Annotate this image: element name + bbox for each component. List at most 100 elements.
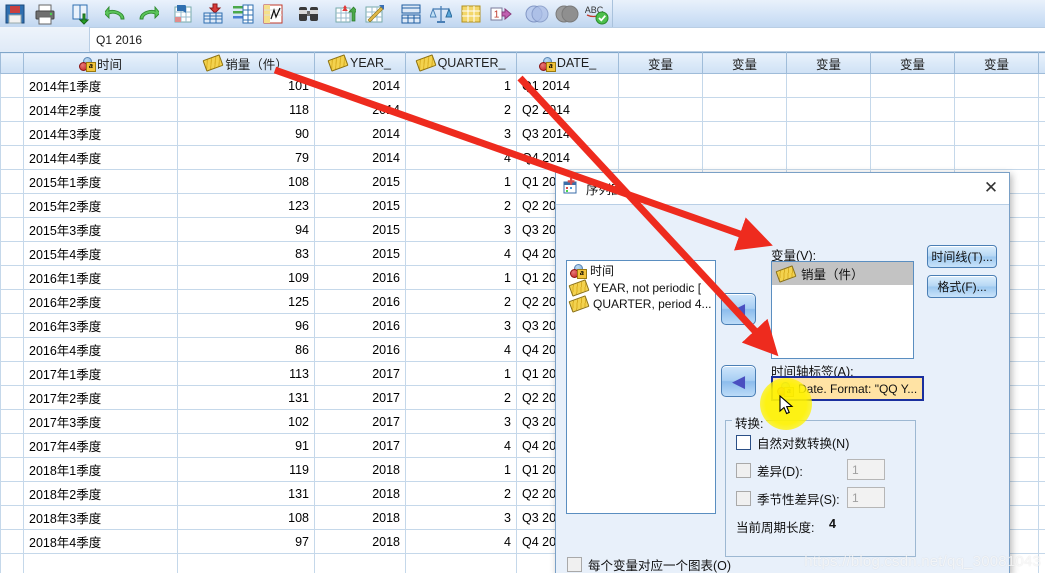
table-row[interactable]: 2014年3季度 90 2014 3 Q3 2014 — [0, 121, 1045, 146]
row-header[interactable] — [0, 145, 24, 170]
time-lines-button[interactable]: 时间线(T)... — [927, 245, 997, 268]
table-cell[interactable] — [954, 73, 1039, 98]
table-cell[interactable] — [1038, 313, 1045, 338]
row-header[interactable] — [0, 433, 24, 458]
row-header[interactable] — [0, 121, 24, 146]
row-header[interactable] — [0, 409, 24, 434]
table-cell[interactable]: 2015 — [314, 241, 406, 266]
goto-case-icon[interactable] — [168, 1, 198, 27]
table-cell[interactable]: 3 — [405, 217, 517, 242]
table-cell[interactable]: 2017年1季度 — [23, 361, 178, 386]
run-descriptives-icon[interactable] — [258, 1, 288, 27]
table-cell[interactable]: 2014 — [314, 97, 406, 122]
table-cell[interactable]: 2014年1季度 — [23, 73, 178, 98]
column-header-4[interactable]: QUARTER_ — [405, 52, 517, 74]
table-cell[interactable]: 94 — [177, 217, 315, 242]
seasonal-difference-checkbox[interactable] — [736, 491, 751, 506]
column-header-1[interactable]: a 时间 — [23, 52, 178, 74]
table-cell[interactable]: 2015 — [314, 193, 406, 218]
goto-variable-icon[interactable] — [198, 1, 228, 27]
table-cell[interactable]: 2016年4季度 — [23, 337, 178, 362]
table-cell[interactable] — [786, 145, 871, 170]
table-cell[interactable]: 2 — [405, 481, 517, 506]
table-cell[interactable] — [786, 73, 871, 98]
table-cell[interactable] — [702, 145, 787, 170]
list-item[interactable]: YEAR, not periodic [ — [567, 279, 715, 297]
table-cell[interactable] — [786, 97, 871, 122]
table-cell[interactable]: 125 — [177, 289, 315, 314]
redo-icon[interactable] — [132, 1, 162, 27]
select-cases-icon[interactable] — [456, 1, 486, 27]
table-cell[interactable]: 131 — [177, 385, 315, 410]
seasonal-difference-value-field[interactable]: 1 — [847, 487, 885, 508]
row-header[interactable] — [0, 217, 24, 242]
table-cell[interactable]: 102 — [177, 409, 315, 434]
table-cell[interactable]: 2017年2季度 — [23, 385, 178, 410]
table-cell[interactable]: 2016年2季度 — [23, 289, 178, 314]
table-cell[interactable]: 3 — [405, 313, 517, 338]
table-cell[interactable]: 4 — [405, 241, 517, 266]
sequence-charts-dialog[interactable]: 序列图 ✕ a 时间 YEAR, not periodic [ QUARTER,… — [555, 172, 1010, 573]
table-cell[interactable] — [618, 145, 703, 170]
column-header-11[interactable]: 变量 — [1038, 52, 1045, 74]
table-cell[interactable] — [314, 553, 406, 573]
table-cell[interactable] — [1038, 241, 1045, 266]
table-cell[interactable] — [1038, 481, 1045, 506]
split-file-icon[interactable] — [396, 1, 426, 27]
show-all-variables-icon[interactable] — [552, 1, 582, 27]
print-icon[interactable] — [30, 1, 60, 27]
table-cell[interactable]: 83 — [177, 241, 315, 266]
table-cell[interactable] — [702, 97, 787, 122]
column-header-7[interactable]: 变量 — [702, 52, 787, 74]
table-cell[interactable]: 2017 — [314, 385, 406, 410]
table-cell[interactable]: 2 — [405, 385, 517, 410]
table-cell[interactable]: 2018年3季度 — [23, 505, 178, 530]
table-cell[interactable] — [1038, 505, 1045, 530]
table-cell[interactable] — [1038, 361, 1045, 386]
natural-log-checkbox[interactable] — [736, 435, 751, 450]
table-cell[interactable]: Q3 2014 — [516, 121, 619, 146]
table-cell[interactable]: 108 — [177, 505, 315, 530]
table-cell[interactable]: 2018 — [314, 505, 406, 530]
list-item[interactable]: 销量（件） — [772, 262, 913, 285]
difference-checkbox-row[interactable]: 差异(D): — [736, 461, 803, 480]
table-cell[interactable]: 97 — [177, 529, 315, 554]
table-cell[interactable] — [1038, 289, 1045, 314]
row-header[interactable] — [0, 313, 24, 338]
table-cell[interactable]: 2016 — [314, 337, 406, 362]
table-cell[interactable]: 2015 — [314, 169, 406, 194]
variables-listbox[interactable]: 销量（件） — [771, 261, 914, 359]
table-cell[interactable]: 2015年3季度 — [23, 217, 178, 242]
table-cell[interactable]: 1 — [405, 457, 517, 482]
table-cell[interactable]: 96 — [177, 313, 315, 338]
table-cell[interactable]: 1 — [405, 73, 517, 98]
recall-dialog-icon[interactable] — [66, 1, 96, 27]
row-header[interactable] — [0, 481, 24, 506]
save-icon[interactable] — [0, 1, 30, 27]
table-cell[interactable]: 2015年2季度 — [23, 193, 178, 218]
table-cell[interactable] — [23, 553, 178, 573]
one-chart-per-variable-row[interactable]: 每个变量对应一个图表(O) — [567, 555, 731, 573]
table-cell[interactable]: 2 — [405, 97, 517, 122]
row-header[interactable] — [0, 193, 24, 218]
table-cell[interactable]: 2018 — [314, 457, 406, 482]
table-cell[interactable]: 2017年3季度 — [23, 409, 178, 434]
table-cell[interactable] — [1038, 385, 1045, 410]
table-cell[interactable]: 2015年4季度 — [23, 241, 178, 266]
row-header[interactable] — [0, 361, 24, 386]
table-cell[interactable]: 2016年1季度 — [23, 265, 178, 290]
table-cell[interactable]: 4 — [405, 433, 517, 458]
table-cell[interactable]: 2014年2季度 — [23, 97, 178, 122]
table-cell[interactable]: 4 — [405, 529, 517, 554]
source-variable-list[interactable]: a 时间 YEAR, not periodic [ QUARTER, perio… — [566, 260, 716, 514]
spell-check-icon[interactable]: ABC — [582, 1, 612, 27]
column-header-2[interactable]: 销量（件） — [177, 52, 315, 74]
table-cell[interactable] — [870, 97, 955, 122]
row-header[interactable] — [0, 289, 24, 314]
table-cell[interactable]: 91 — [177, 433, 315, 458]
insert-variable-icon[interactable] — [360, 1, 390, 27]
table-cell[interactable] — [954, 97, 1039, 122]
table-cell[interactable]: 2014年4季度 — [23, 145, 178, 170]
table-cell[interactable]: 4 — [405, 145, 517, 170]
table-cell[interactable] — [177, 553, 315, 573]
